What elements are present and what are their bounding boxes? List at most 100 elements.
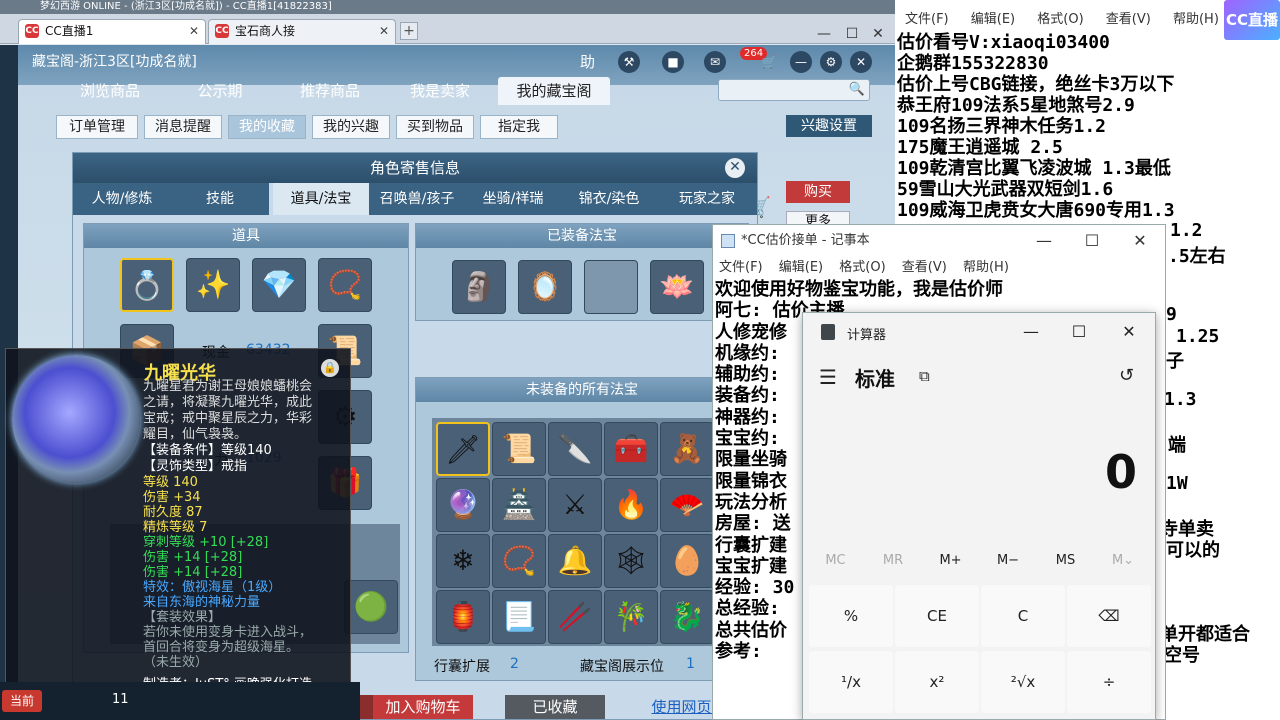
treasure-slot[interactable]: 🪭 <box>660 478 714 532</box>
history-icon[interactable]: ↺ <box>1119 365 1134 386</box>
treasure-slot-empty[interactable] <box>584 260 638 314</box>
subtab-messages[interactable]: 消息提醒 <box>144 115 222 139</box>
calculator-key[interactable]: ¹/x <box>809 651 893 713</box>
subtab-orders[interactable]: 订单管理 <box>56 115 138 139</box>
treasure-slot[interactable]: 📜 <box>492 422 546 476</box>
item-slot[interactable]: ✨ <box>186 258 240 312</box>
close-icon[interactable]: ✕ <box>1117 225 1163 257</box>
search-input[interactable]: 🔍 <box>718 79 870 101</box>
dtab-pets[interactable]: 召唤兽/孩子 <box>369 183 465 215</box>
memory-button[interactable]: MS <box>1037 553 1094 568</box>
dtab-home[interactable]: 玩家之家 <box>657 183 757 215</box>
menu-edit[interactable]: 编辑(E) <box>971 12 1015 27</box>
treasure-slot[interactable]: 📃 <box>492 590 546 644</box>
treasure-slot[interactable]: ❄ <box>436 534 490 588</box>
treasure-slot[interactable]: ⚔ <box>548 478 602 532</box>
settings-icon[interactable]: ⚙ <box>820 51 842 73</box>
tab-gem-merchant[interactable]: CC 宝石商人接 ✕ <box>208 19 396 44</box>
treasure-slot[interactable]: 🧰 <box>604 422 658 476</box>
minimize-icon[interactable]: — <box>1021 225 1067 257</box>
buy-button[interactable]: 购买 <box>786 181 850 203</box>
memory-button[interactable]: M+ <box>922 553 979 568</box>
treasure-slot[interactable]: 🗿 <box>452 260 506 314</box>
memory-button[interactable]: M⌄ <box>1095 553 1152 568</box>
subtab-interests[interactable]: 我的兴趣 <box>312 115 390 139</box>
favorited-button[interactable]: 已收藏 <box>505 695 605 719</box>
dialog-close-icon[interactable]: ✕ <box>725 158 745 178</box>
treasure-slot[interactable]: 🔮 <box>436 478 490 532</box>
close-panel-icon[interactable]: ✕ <box>850 51 872 73</box>
menu-file[interactable]: 文件(F) <box>719 260 763 275</box>
calculator-key[interactable]: C <box>981 585 1065 647</box>
add-to-cart-button[interactable]: 加入购物车 <box>373 695 473 719</box>
treasure-slot[interactable]: 🪞 <box>518 260 572 314</box>
dtab-outfits[interactable]: 锦衣/染色 <box>561 183 657 215</box>
calculator-key[interactable]: x² <box>895 651 979 713</box>
treasure-slot[interactable]: 🥚 <box>660 534 714 588</box>
minimize-icon[interactable]: — <box>1011 319 1051 345</box>
new-tab-button[interactable]: + <box>400 22 418 40</box>
calculator-key[interactable]: CE <box>895 585 979 647</box>
close-tab-icon[interactable]: ✕ <box>379 20 389 42</box>
maximize-icon[interactable]: ☐ <box>840 26 864 42</box>
item-slot[interactable]: 📿 <box>318 258 372 312</box>
memory-button[interactable]: M− <box>980 553 1037 568</box>
item-slot[interactable]: 🟢 <box>344 580 398 634</box>
hammer-icon[interactable]: ⚒ <box>618 51 640 73</box>
treasure-slot[interactable]: 🗡 <box>436 422 490 476</box>
calculator-key[interactable]: ²√x <box>981 651 1065 713</box>
calculator-key[interactable]: ⌫ <box>1067 585 1151 647</box>
subtab-favorites[interactable]: 我的收藏 <box>228 115 306 139</box>
menu-format[interactable]: 格式(O) <box>1037 12 1083 27</box>
treasure-slot[interactable]: 🪷 <box>650 260 704 314</box>
treasure-slot[interactable]: 🔪 <box>548 422 602 476</box>
nav-public[interactable]: 公示期 <box>178 77 262 105</box>
calculator-key[interactable]: ÷ <box>1067 651 1151 713</box>
search-icon[interactable]: 🔍 <box>849 82 865 97</box>
close-tab-icon[interactable]: ✕ <box>189 20 199 42</box>
treasure-slot[interactable]: 🔥 <box>604 478 658 532</box>
menu-file[interactable]: 文件(F) <box>905 12 949 27</box>
subtab-assigned[interactable]: 指定我 <box>480 115 558 139</box>
help-label[interactable]: 助 <box>580 51 595 72</box>
close-icon[interactable]: ✕ <box>1109 319 1149 345</box>
message-icon[interactable]: ✉ <box>704 51 726 73</box>
dtab-items[interactable]: 道具/法宝 <box>273 183 369 215</box>
menu-edit[interactable]: 编辑(E) <box>779 260 823 275</box>
menu-view[interactable]: 查看(V) <box>1106 12 1151 27</box>
subtab-purchased[interactable]: 买到物品 <box>396 115 474 139</box>
minimize-icon[interactable]: — <box>812 26 836 42</box>
menu-view[interactable]: 查看(V) <box>902 260 947 275</box>
interest-settings-button[interactable]: 兴趣设置 <box>786 115 872 137</box>
calculator-key[interactable]: % <box>809 585 893 647</box>
treasure-slot[interactable]: 🏯 <box>492 478 546 532</box>
nav-recommend[interactable]: 推荐商品 <box>288 77 372 105</box>
nav-seller[interactable]: 我是卖家 <box>398 77 482 105</box>
treasure-slot[interactable]: 🎋 <box>604 590 658 644</box>
treasure-slot[interactable]: 📿 <box>492 534 546 588</box>
treasure-slot[interactable]: 🐉 <box>660 590 714 644</box>
stop-icon[interactable]: ■ <box>662 51 684 73</box>
item-slot-ring[interactable]: 💍 <box>120 258 174 312</box>
treasure-slot[interactable]: 🥢 <box>548 590 602 644</box>
dtab-skills[interactable]: 技能 <box>171 183 269 215</box>
item-slot[interactable]: 💎 <box>252 258 306 312</box>
treasure-slot[interactable]: 🏮 <box>436 590 490 644</box>
close-icon[interactable]: ✕ <box>866 26 890 42</box>
memory-button[interactable]: MC <box>807 553 864 568</box>
cart-icon[interactable]: 🛒 <box>758 51 780 73</box>
tab-cc-live-1[interactable]: CC CC直播1 ✕ <box>18 19 206 44</box>
current-button[interactable]: 当前 <box>2 690 42 712</box>
maximize-icon[interactable]: ☐ <box>1069 225 1115 257</box>
nav-my-pavilion[interactable]: 我的藏宝阁 <box>498 77 610 105</box>
maximize-icon[interactable]: ☐ <box>1059 319 1099 345</box>
treasure-slot[interactable]: 🕸 <box>604 534 658 588</box>
menu-help[interactable]: 帮助(H) <box>963 260 1009 275</box>
nav-browse[interactable]: 浏览商品 <box>68 77 152 105</box>
hamburger-menu-icon[interactable]: ☰ <box>819 365 837 389</box>
menu-format[interactable]: 格式(O) <box>839 260 885 275</box>
keep-on-top-icon[interactable]: ⧉ <box>919 367 930 385</box>
dtab-mounts[interactable]: 坐骑/祥瑞 <box>465 183 561 215</box>
treasure-slot[interactable]: 🔔 <box>548 534 602 588</box>
minimize-panel-icon[interactable]: — <box>790 51 812 73</box>
